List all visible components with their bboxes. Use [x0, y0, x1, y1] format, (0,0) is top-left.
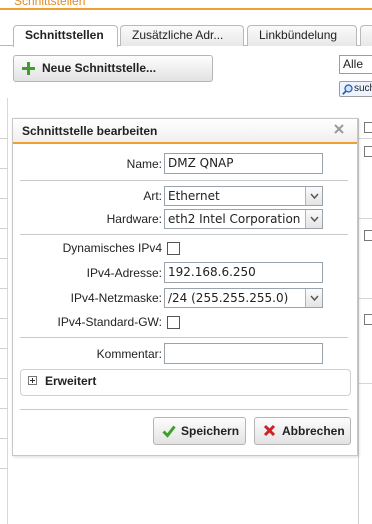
advanced-section-toggle[interactable]: Erweitert — [20, 369, 351, 396]
dhcp-label: Dynamisches IPv4 — [62, 241, 162, 255]
ipv4-address-label: IPv4-Adresse: — [86, 266, 162, 280]
expand-icon — [28, 376, 37, 385]
row-checkbox[interactable] — [364, 146, 372, 157]
filter-select[interactable]: Alle — [339, 55, 372, 74]
chevron-down-icon — [305, 289, 322, 307]
divider — [20, 234, 348, 235]
type-value: Ethernet — [168, 189, 220, 203]
cancel-x-icon — [263, 424, 276, 437]
close-icon[interactable] — [333, 123, 345, 135]
tab-schnittstellen[interactable]: Schnittstellen — [13, 25, 118, 47]
window-title: Schnittstellen — [14, 0, 86, 8]
dhcp-checkbox[interactable] — [167, 242, 180, 255]
comment-input[interactable] — [164, 343, 323, 364]
cancel-button[interactable]: Abbrechen — [254, 417, 351, 445]
tab-overflow[interactable] — [360, 25, 372, 46]
tab-linkbuendelung[interactable]: Linkbündelung — [247, 25, 357, 46]
netmask-select[interactable]: /24 (255.255.255.0) — [164, 288, 323, 308]
hardware-value: eth2 Intel Corporation 82 — [168, 212, 304, 226]
hardware-select[interactable]: eth2 Intel Corporation 82 — [164, 209, 323, 229]
divider — [20, 337, 348, 338]
new-interface-label: Neue Schnittstelle... — [42, 61, 157, 75]
gateway-checkbox[interactable] — [167, 316, 180, 329]
tab-zusaetzliche-adressen[interactable]: Zusätzliche Adr... — [120, 25, 244, 46]
plus-icon — [22, 62, 35, 75]
gateway-label: IPv4-Standard-GW: — [57, 315, 162, 329]
app-window: Schnittstellen Schnittstellen Zusätzlich… — [0, 0, 372, 524]
advanced-label: Erweitert — [45, 374, 97, 388]
divider — [20, 409, 348, 410]
dialog-header: Schnittstelle bearbeiten — [13, 119, 357, 144]
netmask-value: /24 (255.255.255.0) — [168, 291, 289, 305]
netmask-label: IPv4-Netzmaske: — [70, 291, 162, 305]
chevron-down-icon — [305, 210, 322, 228]
background-table-edge — [358, 118, 372, 524]
save-button[interactable]: Speichern — [153, 417, 246, 445]
ipv4-address-input[interactable]: 192.168.6.250 — [164, 262, 323, 283]
divider — [20, 180, 348, 181]
name-label: Name: — [126, 157, 162, 171]
chevron-down-icon — [305, 187, 322, 205]
type-select[interactable]: Ethernet — [164, 186, 323, 206]
cancel-label: Abbrechen — [282, 424, 345, 438]
search-button[interactable]: such — [339, 81, 372, 97]
tab-bar: Schnittstellen Zusätzliche Adr... Linkbü… — [0, 20, 372, 47]
dialog-title: Schnittstelle bearbeiten — [22, 124, 158, 138]
checkmark-icon — [162, 425, 176, 438]
row-checkbox[interactable] — [364, 230, 372, 241]
hardware-label: Hardware: — [106, 212, 162, 226]
new-interface-button[interactable]: Neue Schnittstelle... — [13, 55, 213, 82]
window-title-bar: Schnittstellen — [0, 0, 372, 10]
save-label: Speichern — [181, 424, 240, 438]
name-input[interactable]: DMZ QNAP — [164, 153, 323, 174]
search-label: such — [354, 83, 372, 94]
search-icon — [342, 84, 353, 95]
filter-value: Alle — [343, 57, 364, 71]
edit-interface-dialog: Schnittstelle bearbeiten Name: DMZ QNAP … — [12, 118, 358, 456]
row-checkbox[interactable] — [364, 314, 372, 325]
type-label: Art: — [143, 189, 162, 203]
row-checkbox[interactable] — [364, 122, 372, 133]
comment-label: Kommentar: — [96, 347, 162, 361]
background-list-edge — [0, 98, 8, 524]
